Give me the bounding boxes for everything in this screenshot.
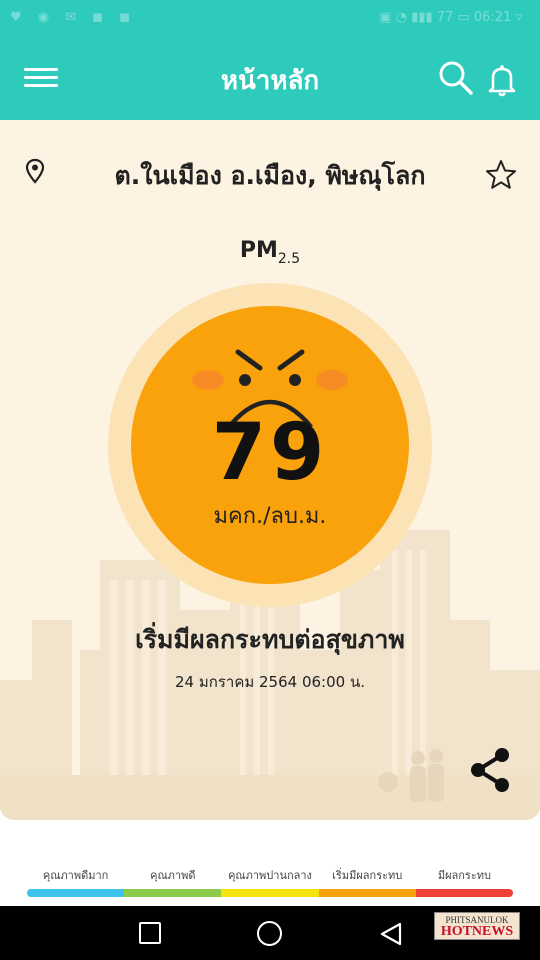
pm25-unit: มคก./ลบ.ม.	[213, 504, 327, 529]
location-pin-icon	[25, 158, 45, 184]
legend-labels: คุณภาพดีมาก คุณภาพดี คุณภาพปานกลาง เริ่ม…	[27, 866, 513, 884]
air-quality-card: ต.ในเมือง อ.เมือง, พิษณุโลก PM2.5 79 มคก…	[0, 120, 540, 820]
reading-timestamp: 24 มกราคม 2564 06:00 น.	[175, 673, 365, 691]
location-name[interactable]: ต.ในเมือง อ.เมือง, พิษณุโลก	[60, 156, 480, 196]
legend-label-very-good: คุณภาพดีมาก	[42, 869, 109, 882]
pollutant-name: PM	[239, 238, 278, 263]
legend-label-unhealthy: มีผลกระทบ	[437, 869, 491, 882]
home-button[interactable]	[257, 921, 282, 946]
air-quality-status: เริ่มมีผลกระทบต่อสุขภาพ	[135, 625, 405, 654]
legend-color-bar	[27, 889, 513, 897]
legend-segment-unhealthy	[415, 889, 513, 897]
star-icon	[486, 160, 516, 189]
watermark-line2: HOTNEWS	[440, 924, 514, 939]
aqi-legend: คุณภาพดีมาก คุณภาพดี คุณภาพปานกลาง เริ่ม…	[27, 866, 513, 897]
share-icon	[471, 748, 509, 792]
pollutant-label: PM2.5	[0, 238, 540, 267]
legend-segment-starting-effect	[318, 889, 416, 897]
legend-segment-moderate	[221, 889, 319, 897]
recent-apps-button[interactable]	[139, 922, 161, 944]
watermark-logo: PHITSANULOK HOTNEWS	[434, 912, 520, 940]
pm25-value: 79	[211, 408, 329, 498]
search-icon	[439, 61, 473, 95]
legend-segment-very-good	[27, 889, 125, 897]
back-button[interactable]	[378, 921, 404, 947]
legend-segment-good	[124, 889, 222, 897]
search-button[interactable]	[438, 60, 474, 96]
legend-label-moderate: คุณภาพปานกลาง	[228, 869, 312, 882]
pollutant-subscript: 2.5	[277, 251, 301, 267]
favorite-button[interactable]	[484, 158, 518, 192]
bell-icon	[488, 65, 516, 97]
share-button[interactable]	[468, 746, 512, 794]
legend-label-good: คุณภาพดี	[150, 869, 196, 882]
notification-button[interactable]	[484, 62, 520, 98]
status-bar: ♥ ◉ ✉ ◼ ◼ ▣ ◔ ▮▮▮ 77 ▭ 06:21 ▿	[0, 0, 540, 38]
status-icons-left: ♥ ◉ ✉ ◼ ◼	[10, 10, 137, 25]
app-bar: หน้าหลัก	[0, 38, 540, 120]
status-icons-right: ▣ ◔ ▮▮▮ 77 ▭ 06:21 ▿	[379, 10, 522, 25]
legend-label-starting-effect: เริ่มมีผลกระทบ	[332, 869, 403, 882]
